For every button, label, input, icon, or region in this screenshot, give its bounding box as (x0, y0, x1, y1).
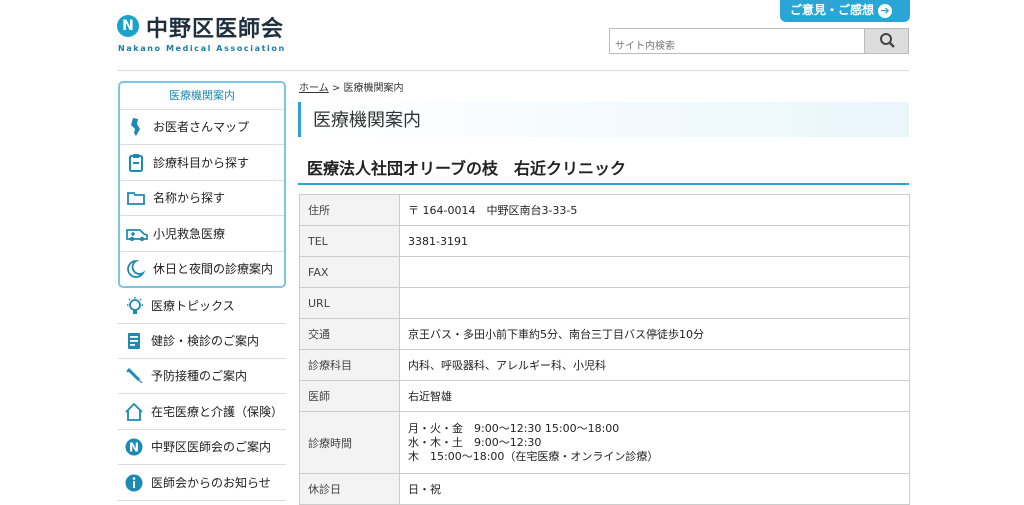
arrow-right-icon: ➔ (878, 4, 893, 18)
hours-line: 木 15:00～18:00（在宅医療・オンライン診療） (408, 449, 659, 463)
page-title: 医療機関案内 (313, 110, 421, 131)
page-title-bar: 医療機関案内 (298, 102, 909, 137)
row-value: 京王バス・多田小前下車約5分、南台三丁目バス停徒歩10分 (399, 318, 910, 350)
folder-icon (126, 188, 146, 208)
checklist-icon (124, 331, 144, 351)
table-row: TEL 3381-3191 (299, 225, 910, 257)
sidebar-item-label: 医師会からのお知らせ (151, 476, 271, 490)
svg-text:N: N (129, 441, 139, 455)
row-value: 内科、呼吸器科、アレルギー科、小児科 (399, 349, 910, 381)
row-label: TEL (299, 225, 400, 257)
row-value: 右近智雄 (399, 380, 910, 412)
sidebar-item-map[interactable]: お医者さんマップ (120, 110, 284, 145)
sidebar-item-label: 健診・検診のご案内 (151, 334, 260, 348)
row-value: 〒 164-0014 中野区南台3-33-5 (399, 194, 910, 226)
search-input[interactable]: サイト内検索 (609, 28, 865, 54)
logo-icon: N (124, 437, 144, 457)
site-logo-subtitle: Nakano Medical Association (118, 44, 286, 53)
hours-line: 水・木・土 9:00～12:30 (408, 435, 542, 449)
home-icon (124, 402, 144, 422)
row-label: 診療科目 (299, 349, 400, 381)
hours-line: 月・火・金 9:00～12:30 15:00～18:00 (408, 421, 620, 435)
clinic-name-underline (298, 183, 909, 185)
table-row: URL (299, 287, 910, 319)
table-row: 交通 京王バス・多田小前下車約5分、南台三丁目バス停徒歩10分 (299, 318, 910, 350)
sidebar-title[interactable]: 医療機関案内 (120, 83, 284, 110)
sidebar-item-label: 休日と夜間の診療案内 (153, 262, 274, 276)
sidebar-item-label: 医療トピックス (151, 299, 235, 313)
row-value (399, 256, 910, 288)
moon-icon (126, 259, 146, 279)
sidebar-item-topics[interactable]: 医療トピックス (118, 289, 286, 324)
row-value (399, 287, 910, 319)
map-icon (126, 117, 146, 137)
feedback-label: ご意見・ご感想 (790, 3, 875, 17)
sidebar-item-name-search[interactable]: 名称から探す (120, 181, 284, 216)
search-button[interactable] (864, 28, 909, 54)
row-value: 3381-3191 (399, 225, 910, 257)
sidebar-item-label: 在宅医療と介護（保険） (151, 405, 284, 419)
clinic-name: 医療法人社団オリーブの枝 右近クリニック (307, 159, 627, 178)
info-icon (124, 473, 144, 493)
table-row: 診療科目 内科、呼吸器科、アレルギー科、小児科 (299, 349, 910, 381)
table-row: 休診日 日・祝 (299, 473, 910, 505)
table-row: 住所〒 164-0014 中野区南台3-33-5 (299, 194, 910, 226)
table-row: 医師 右近智雄 (299, 380, 910, 412)
sidebar-item-label: お医者さんマップ (153, 120, 250, 134)
row-label: URL (299, 287, 400, 319)
row-label: 交通 (299, 318, 400, 350)
row-label: 休診日 (299, 473, 400, 505)
breadcrumb-home-link[interactable]: ホーム (299, 83, 329, 94)
sidebar-item-label: 小児救急医療 (153, 227, 226, 241)
breadcrumb: ホーム > 医療機関案内 (299, 79, 403, 94)
row-label: 住所 (299, 194, 400, 226)
sidebar-item-label: 診療科目から探す (153, 156, 250, 170)
sidebar-item-label: 予防接種のご案内 (151, 369, 248, 383)
logo-icon[interactable]: N (117, 15, 139, 37)
row-value: 日・祝 (399, 473, 910, 505)
breadcrumb-current: 医療機関案内 (343, 83, 404, 94)
row-value: 月・火・金 9:00～12:30 15:00～18:00 水・木・土 9:00～… (399, 411, 910, 474)
row-label: 診療時間 (299, 411, 400, 474)
sidebar-item-label: 中野区医師会のご案内 (151, 440, 272, 454)
clipboard-icon (126, 153, 146, 173)
row-label: 医師 (299, 380, 400, 412)
sidebar-item-notices[interactable]: 医師会からのお知らせ (118, 466, 286, 501)
breadcrumb-separator: > (331, 83, 341, 94)
search-icon (880, 33, 895, 48)
sidebar-item-department[interactable]: 診療科目から探す (120, 146, 284, 181)
sidebar-item-holiday-night[interactable]: 休日と夜間の診療案内 (120, 252, 284, 287)
site-logo-text[interactable]: 中野区医師会 (146, 11, 284, 43)
lightbulb-icon (124, 296, 144, 316)
table-row: FAX (299, 256, 910, 288)
sidebar-item-about[interactable]: N 中野区医師会のご案内 (118, 430, 286, 465)
header-divider (117, 70, 909, 71)
sidebar-item-label: 名称から探す (153, 191, 226, 205)
row-label: FAX (299, 256, 400, 288)
sidebar-item-pediatric-emergency[interactable]: 小児救急医療 (120, 217, 284, 252)
sidebar-item-checkup[interactable]: 健診・検診のご案内 (118, 324, 286, 359)
sidebar-item-vaccination[interactable]: 予防接種のご案内 (118, 359, 286, 394)
syringe-icon (124, 366, 144, 386)
table-row: 診療時間 月・火・金 9:00～12:30 15:00～18:00 水・木・土 … (299, 411, 910, 474)
clinic-info-table: 住所〒 164-0014 中野区南台3-33-5 TEL 3381-3191 FA… (299, 194, 910, 505)
sidebar-item-home-care[interactable]: 在宅医療と介護（保険） (118, 395, 286, 430)
feedback-button[interactable]: ご意見・ご感想 ➔ (780, 0, 910, 22)
ambulance-icon (126, 224, 148, 244)
